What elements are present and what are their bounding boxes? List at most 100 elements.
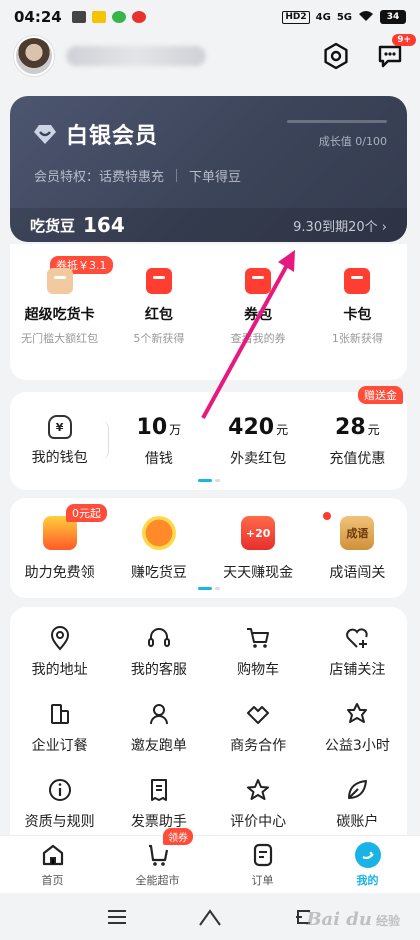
wallet-label: 外卖红包 [230, 450, 287, 467]
promo-daily-cash[interactable]: +20 天天赚现金 [209, 498, 331, 598]
service-label: 邀友跑单 [130, 738, 187, 754]
my-wallet[interactable]: ¥ 我的钱包 [10, 392, 110, 490]
service-label: 企业订餐 [31, 738, 88, 754]
status-time: 04:24 [14, 8, 62, 26]
diamond-heart-icon [34, 125, 56, 144]
service-label: 碳账户 [336, 814, 379, 830]
idiom-scroll-text: 成语 [346, 527, 369, 540]
promo-free-help[interactable]: 0元起 助力免费领 [10, 498, 109, 598]
market-tag: 领券 [163, 828, 193, 845]
tab-label: 全能超市 [135, 873, 180, 887]
rights-label-2: 下单得豆 [189, 170, 242, 185]
service-label: 购物车 [237, 662, 280, 678]
beans-expire-link[interactable]: 9.30到期20个 › [293, 216, 387, 235]
tab-orders[interactable]: 订单 [210, 836, 315, 893]
wallet-recharge[interactable]: 赠送金 28 元 充值优惠 [308, 386, 407, 490]
wallet-redpacket[interactable]: 420 元 外卖红包 [209, 392, 308, 490]
wallet-number: 28 [335, 414, 366, 440]
service-support[interactable]: 我的客服 [109, 625, 208, 701]
promo-label: 助力免费领 [24, 565, 95, 581]
app-notification-icon [71, 11, 86, 23]
wallet-value: 10 万 [137, 415, 182, 440]
chevron-right-icon: › [381, 219, 387, 235]
service-label: 商务合作 [230, 738, 287, 754]
signal-5g-icon: 5G [336, 11, 352, 23]
coupon-super-card[interactable]: 券抵￥3.1 超级吃货卡 无门槛大额红包 [10, 256, 113, 380]
service-invite-rider[interactable]: 邀友跑单 [109, 701, 208, 777]
coupon-cardpack[interactable]: 卡包 1张新获得 [308, 258, 407, 380]
wallet-number: 10 [136, 414, 168, 440]
promo-idiom[interactable]: 成语 成语闯关 [308, 498, 407, 598]
cash-envelope-text: +20 [245, 526, 271, 540]
signal-4g-icon: 4G [315, 11, 331, 23]
notification-icons [71, 11, 146, 23]
bottom-tab-bar: 首页 领券 全能超市 订单 我的 [0, 828, 420, 893]
tab-market[interactable]: 领券 全能超市 [105, 828, 210, 893]
me-icon [354, 841, 381, 868]
beans-value: 164 [83, 213, 125, 237]
status-bar: 04:24 HD2 4G 5G 34 [0, 0, 420, 34]
service-reviews[interactable]: 评价中心 [209, 777, 308, 835]
coupon-sub: 1张新获得 [331, 332, 383, 345]
beans-row[interactable]: 吃货豆 164 9.30到期20个 › [10, 208, 407, 242]
service-address[interactable]: 我的地址 [10, 625, 109, 701]
handshake-icon [247, 706, 270, 724]
promo-earn-beans[interactable]: 赚吃货豆 [109, 498, 208, 598]
coupon-name: 红包 [144, 307, 173, 323]
service-charity[interactable]: 公益3小时 [308, 701, 407, 777]
wallet-icon: ¥ [47, 415, 72, 439]
menu-icon[interactable] [106, 908, 128, 926]
service-enterprise[interactable]: 企业订餐 [10, 701, 109, 777]
wallet-loan[interactable]: 10 万 借钱 [109, 392, 208, 490]
info-icon [48, 779, 71, 801]
home-nav-icon[interactable] [198, 907, 222, 927]
avatar[interactable] [14, 36, 54, 76]
tab-home[interactable]: 首页 [0, 836, 105, 893]
service-business[interactable]: 商务合作 [209, 701, 308, 777]
coupon-name: 券包 [244, 307, 273, 323]
hd-icon: HD2 [282, 10, 310, 24]
wallet-number: 420 [228, 414, 275, 440]
growth-text: 成长值 0/100 [318, 135, 387, 148]
service-cart[interactable]: 购物车 [209, 625, 308, 701]
username-blurred[interactable] [66, 46, 206, 66]
voucher-icon [245, 268, 272, 294]
membership-rights[interactable]: 会员特权：话费特惠充 下单得豆 [34, 166, 241, 185]
rights-label: 会员特权：话费特惠充 [34, 170, 165, 185]
system-nav-bar: Bai du 经验 [0, 893, 420, 940]
membership-card[interactable]: 白银会员 成长值 0/100 会员特权：话费特惠充 下单得豆 吃货豆 164 9… [10, 96, 407, 242]
wallet-value: 28 元 [335, 415, 380, 440]
beans-expire-text: 9.30到期20个 [293, 219, 378, 235]
service-rules[interactable]: 资质与规则 [10, 777, 109, 835]
wallet-label: 充值优惠 [329, 450, 386, 467]
wallet-label: 借钱 [144, 450, 173, 467]
tab-me[interactable]: 我的 [315, 836, 420, 893]
cash-envelope-icon: +20 [241, 516, 276, 550]
service-label: 店铺关注 [329, 662, 386, 678]
beans-bag-icon [141, 516, 176, 550]
membership-title-row: 白银会员 [32, 118, 158, 150]
service-label: 我的客服 [130, 662, 187, 678]
tab-label: 我的 [356, 873, 379, 887]
wallet-label: 我的钱包 [31, 450, 88, 466]
service-carbon[interactable]: 碳账户 [308, 777, 407, 835]
coupon-sub: 查看我的券 [230, 332, 286, 345]
cart-icon [247, 628, 270, 648]
settings-button[interactable] [320, 40, 352, 72]
service-follow[interactable]: 店铺关注 [308, 625, 407, 701]
location-icon [50, 626, 69, 651]
watermark-main: Bai du [306, 909, 372, 930]
building-icon [50, 704, 69, 724]
service-invoice[interactable]: 发票助手 [109, 777, 208, 835]
service-label: 评价中心 [230, 814, 287, 830]
promo-tag: 0元起 [66, 504, 107, 522]
cardpack-icon [344, 268, 371, 294]
coupon-redpacket[interactable]: 红包 5个新获得 [109, 258, 208, 380]
coupon-sub: 无门槛大额红包 [21, 332, 99, 345]
profile-header: 9+ [14, 34, 416, 76]
promo-label: 赚吃货豆 [130, 565, 187, 581]
wallet-unit: 元 [367, 422, 380, 437]
coupon-voucher[interactable]: 券包 查看我的券 [209, 258, 308, 380]
wallet-icon-glyph: ¥ [55, 420, 64, 434]
message-button[interactable]: 9+ [374, 34, 416, 72]
